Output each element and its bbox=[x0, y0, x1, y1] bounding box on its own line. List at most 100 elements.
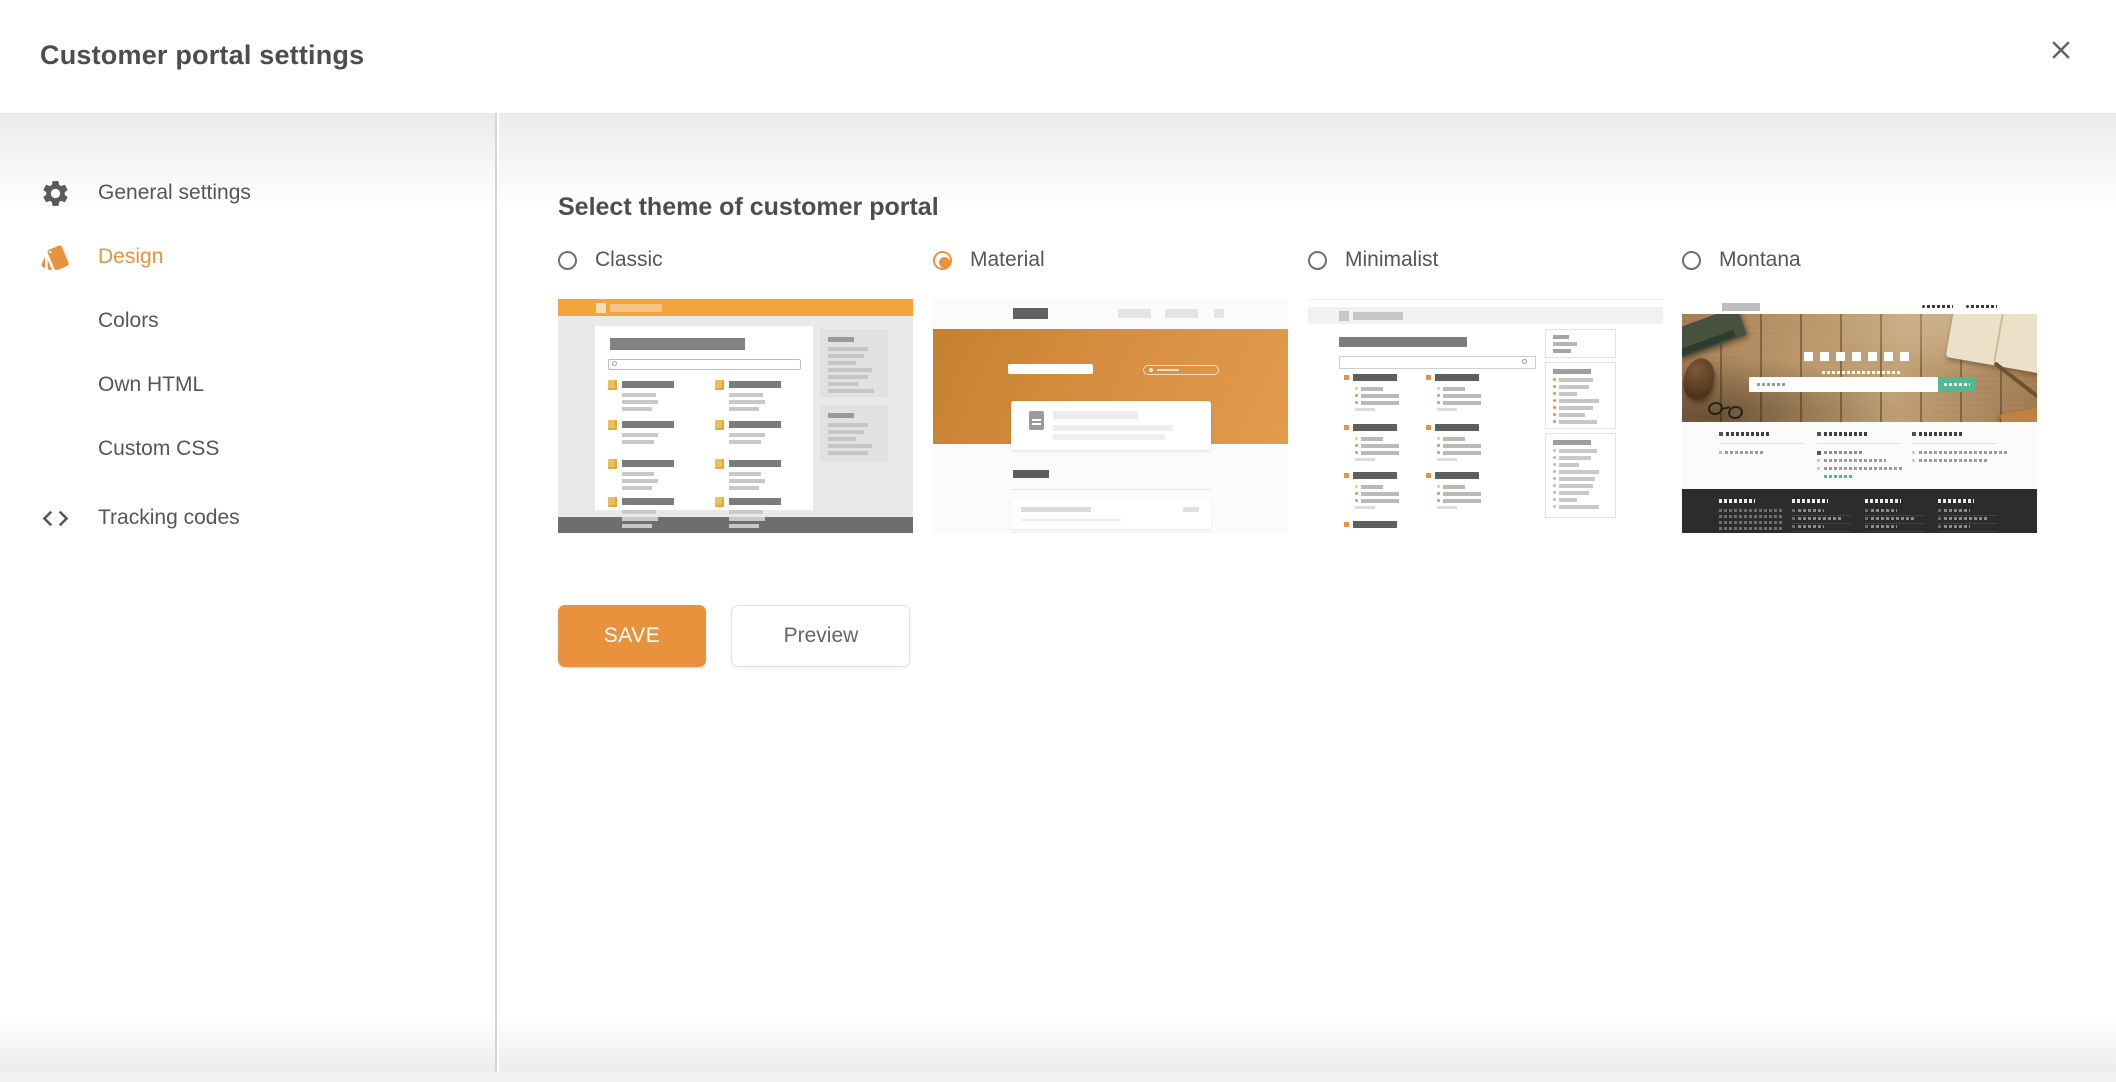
thumb-part bbox=[1353, 424, 1397, 431]
thumb-part bbox=[1553, 456, 1556, 459]
thumb-part bbox=[1553, 406, 1556, 409]
thumb-part bbox=[1553, 477, 1556, 480]
thumb-part bbox=[1938, 525, 1941, 528]
thumb-part bbox=[1361, 444, 1399, 448]
thumb-part bbox=[729, 433, 765, 437]
thumb-part bbox=[729, 486, 759, 490]
theme-radio-material[interactable]: Material bbox=[933, 248, 1045, 272]
thumb-part bbox=[622, 421, 674, 428]
thumb-part bbox=[1361, 485, 1383, 489]
save-button[interactable]: SAVE bbox=[558, 605, 706, 667]
thumb-part bbox=[1344, 375, 1349, 380]
thumb-part bbox=[1165, 309, 1198, 318]
thumb-part bbox=[1355, 394, 1358, 397]
sidebar-item-design[interactable]: Design bbox=[0, 225, 495, 289]
thumb-part bbox=[1817, 459, 1820, 462]
theme-thumbnail-minimalist[interactable] bbox=[1308, 299, 1663, 533]
thumb-part bbox=[1804, 352, 1813, 361]
thumb-part bbox=[1792, 499, 1828, 503]
sidebar-item-colors[interactable]: Colors bbox=[0, 289, 495, 353]
thumb-part bbox=[1435, 374, 1479, 381]
thumb-part bbox=[1355, 401, 1358, 404]
thumb-part bbox=[1865, 523, 1925, 524]
thumb-part bbox=[1437, 444, 1440, 447]
thumb-part bbox=[1553, 413, 1556, 416]
thumb-part bbox=[1553, 335, 1569, 339]
sidebar-item-own-html[interactable]: Own HTML bbox=[0, 353, 495, 417]
thumb-part bbox=[1719, 499, 1755, 503]
thumb-part bbox=[1053, 411, 1138, 419]
code-icon bbox=[40, 503, 98, 534]
thumb-part bbox=[1719, 432, 1723, 436]
thumb-part bbox=[1682, 355, 1719, 403]
thumb-part bbox=[1966, 305, 1969, 308]
thumb-part bbox=[1361, 437, 1383, 441]
thumb-part bbox=[1559, 505, 1599, 509]
thumb-part bbox=[729, 400, 765, 404]
thumb-part bbox=[1824, 467, 1902, 470]
thumb-part bbox=[1183, 507, 1199, 512]
thumb-part bbox=[1726, 432, 1770, 436]
sidebar-item-tracking-codes[interactable]: Tracking codes bbox=[0, 486, 495, 550]
thumb-part bbox=[1353, 312, 1403, 320]
thumb-part bbox=[1355, 444, 1358, 447]
thumb-part bbox=[622, 517, 658, 521]
thumb-part bbox=[729, 510, 763, 514]
sidebar-item-custom-css[interactable]: Custom CSS bbox=[0, 417, 495, 481]
theme-radio-classic[interactable]: Classic bbox=[558, 248, 663, 272]
theme-radio-montana[interactable]: Montana bbox=[1682, 248, 1801, 272]
thumb-part bbox=[1355, 485, 1358, 488]
thumb-part bbox=[1919, 451, 2007, 454]
thumb-part bbox=[1355, 492, 1358, 495]
radio-icon bbox=[1682, 251, 1701, 270]
thumb-part bbox=[1944, 383, 1970, 386]
thumb-part bbox=[1361, 401, 1399, 405]
theme-thumbnail-material[interactable] bbox=[933, 299, 1288, 533]
dialog-bottom-strip bbox=[0, 1072, 2116, 1082]
thumb-part bbox=[1944, 525, 1970, 528]
thumb-part bbox=[1559, 392, 1577, 396]
thumb-part bbox=[1817, 443, 1901, 444]
thumb-part bbox=[1719, 509, 1783, 512]
thumb-part bbox=[1437, 506, 1457, 509]
thumb-part bbox=[1852, 352, 1861, 361]
thumb-part bbox=[729, 440, 761, 444]
gear-icon bbox=[40, 178, 98, 209]
thumb-part bbox=[1437, 401, 1440, 404]
thumb-part bbox=[1553, 399, 1556, 402]
thumb-part bbox=[1822, 371, 1900, 374]
thumb-part bbox=[1559, 470, 1599, 474]
close-button[interactable] bbox=[2036, 25, 2086, 75]
thumb-part bbox=[1553, 491, 1556, 494]
thumb-part bbox=[729, 479, 765, 483]
style-icon bbox=[40, 242, 98, 273]
theme-thumbnail-montana[interactable] bbox=[1682, 299, 2037, 533]
theme-radio-minimalist[interactable]: Minimalist bbox=[1308, 248, 1438, 272]
thumb-part bbox=[1559, 498, 1577, 502]
action-buttons: SAVE Preview bbox=[558, 605, 910, 667]
thumb-part bbox=[1559, 449, 1597, 453]
thumb-part bbox=[1559, 406, 1593, 410]
thumb-part bbox=[2000, 406, 2037, 422]
thumb-part bbox=[1824, 459, 1886, 462]
thumb-part bbox=[729, 421, 781, 428]
thumb-part bbox=[622, 460, 674, 467]
thumb-part bbox=[1437, 394, 1440, 397]
thumb-part bbox=[622, 510, 656, 514]
preview-button[interactable]: Preview bbox=[731, 605, 910, 667]
thumb-part bbox=[1836, 352, 1845, 361]
thumb-part bbox=[1719, 527, 1783, 530]
thumb-part bbox=[1553, 349, 1571, 353]
thumb-part bbox=[1553, 505, 1556, 508]
thumb-part bbox=[1884, 352, 1893, 361]
thumb-part bbox=[1355, 408, 1375, 411]
thumb-part bbox=[1361, 394, 1399, 398]
thumb-part bbox=[1871, 509, 1897, 512]
thumb-part bbox=[1426, 375, 1431, 380]
sidebar-item-label: Colors bbox=[98, 309, 159, 333]
theme-thumbnail-classic[interactable] bbox=[558, 299, 913, 533]
thumb-part bbox=[1792, 515, 1852, 516]
thumb-part bbox=[610, 304, 662, 312]
sidebar-item-general-settings[interactable]: General settings bbox=[0, 161, 495, 225]
thumb-part bbox=[1355, 451, 1358, 454]
